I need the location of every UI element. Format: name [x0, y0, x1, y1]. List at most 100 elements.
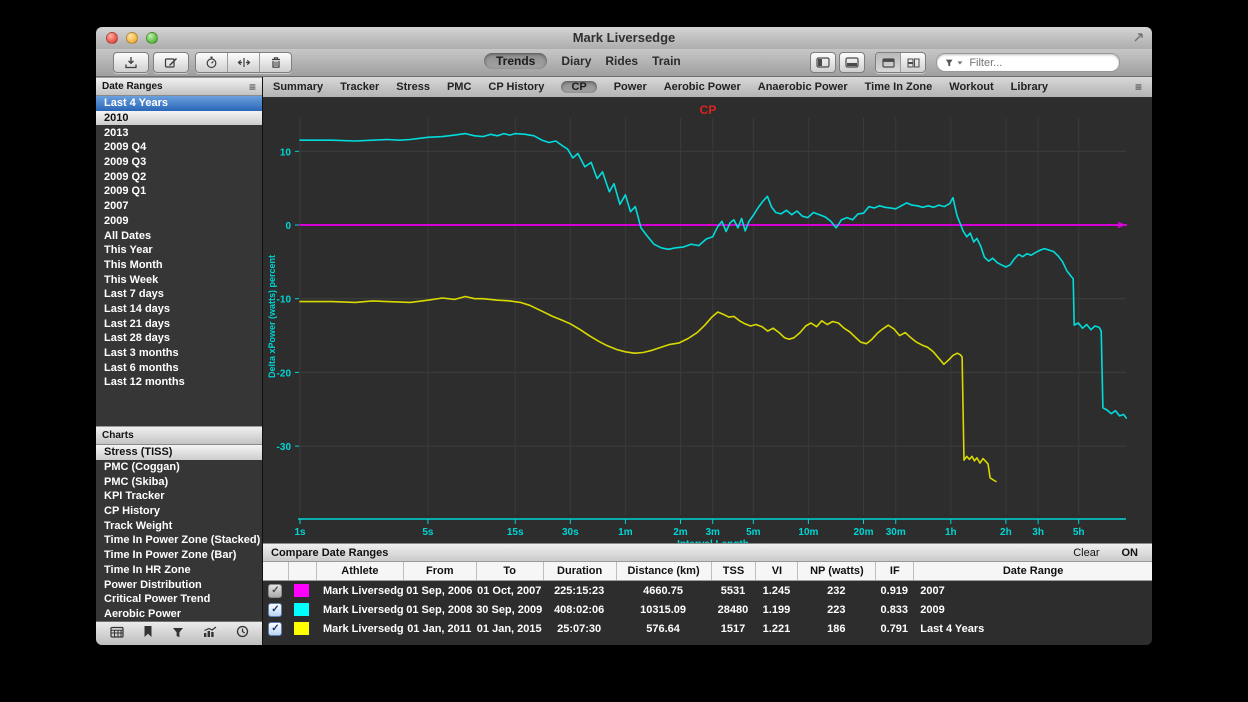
column-header-distance-km-[interactable]: Distance (km): [616, 562, 711, 580]
date-range-item-2010[interactable]: 2010: [96, 111, 262, 126]
date-ranges-menu-icon[interactable]: ≡: [249, 82, 256, 92]
chart-tabs-menu-icon[interactable]: ≡: [1135, 82, 1142, 92]
chart-tab-power[interactable]: Power: [614, 81, 647, 93]
date-range-item-last-28-days[interactable]: Last 28 days: [96, 331, 262, 346]
column-header-athlete[interactable]: Athlete: [316, 562, 403, 580]
filter-funnel-button[interactable]: [172, 625, 184, 643]
delete-button[interactable]: [259, 53, 291, 72]
download-button[interactable]: [113, 52, 149, 73]
date-range-item-2009-q4[interactable]: 2009 Q4: [96, 140, 262, 155]
chart-item-critical-power-trend[interactable]: Critical Power Trend: [96, 592, 262, 607]
stopwatch-button[interactable]: [196, 53, 227, 72]
date-range-item-2009-q3[interactable]: 2009 Q3: [96, 155, 262, 170]
cp-chart-panel: CP 100-10-20-301s5s15s30s1m2m3m5m10m20m3…: [263, 98, 1152, 543]
date-range-item-last-12-months[interactable]: Last 12 months: [96, 375, 262, 390]
chart-tab-aerobic-power[interactable]: Aerobic Power: [664, 81, 741, 93]
date-range-item-this-month[interactable]: This Month: [96, 258, 262, 273]
view-tab-train[interactable]: Train: [652, 54, 681, 68]
compose-button[interactable]: [153, 52, 189, 73]
chart-item-pmc-coggan-[interactable]: PMC (Coggan): [96, 460, 262, 475]
date-range-item-2009-q1[interactable]: 2009 Q1: [96, 184, 262, 199]
bookmark-button[interactable]: [143, 625, 153, 643]
charts-title: Charts: [102, 430, 134, 441]
toggle-lowbar-button[interactable]: [839, 52, 865, 73]
series-color-swatch: [294, 584, 309, 597]
close-button[interactable]: [106, 32, 118, 44]
chart-tab-workout[interactable]: Workout: [949, 81, 993, 93]
split-button[interactable]: [227, 53, 259, 72]
chart-tab-summary[interactable]: Summary: [273, 81, 323, 93]
column-header-tss[interactable]: TSS: [711, 562, 756, 580]
chart-item-stress-tiss-[interactable]: Stress (TISS): [96, 445, 262, 460]
column-header-date-range[interactable]: Date Range: [913, 562, 1152, 580]
table-cell: 28480: [711, 604, 756, 616]
chart-tab-cp[interactable]: CP: [561, 81, 596, 93]
chart-tab-anaerobic-power[interactable]: Anaerobic Power: [758, 81, 848, 93]
y-tick-label: -20: [277, 368, 292, 379]
chart-item-pmc-skiba-[interactable]: PMC (Skiba): [96, 474, 262, 489]
date-range-item-this-year[interactable]: This Year: [96, 243, 262, 258]
date-range-item-2009[interactable]: 2009: [96, 214, 262, 229]
row-checkbox[interactable]: ✓: [268, 584, 282, 598]
table-cell: 0.791: [875, 623, 913, 635]
chart-tab-pmc[interactable]: PMC: [447, 81, 471, 93]
view-tab-trends[interactable]: Trends: [484, 53, 547, 69]
chart-item-time-in-power-zone-bar-[interactable]: Time In Power Zone (Bar): [96, 548, 262, 563]
chart-item-track-weight[interactable]: Track Weight: [96, 518, 262, 533]
date-range-item-2013[interactable]: 2013: [96, 125, 262, 140]
chart-item-cp-history[interactable]: CP History: [96, 504, 262, 519]
date-range-item-last-21-days[interactable]: Last 21 days: [96, 316, 262, 331]
column-header-np-watts-[interactable]: NP (watts): [797, 562, 875, 580]
column-header-empty[interactable]: [288, 562, 316, 580]
table-cell: Mark Liversedge: [316, 604, 403, 616]
chart-item-aerobic-power[interactable]: Aerobic Power: [96, 607, 262, 621]
date-range-item-last-6-months[interactable]: Last 6 months: [96, 360, 262, 375]
on-toggle[interactable]: ON: [1122, 547, 1139, 559]
view-tabbed-button[interactable]: [876, 53, 900, 72]
minimize-button[interactable]: [126, 32, 138, 44]
row-checkbox[interactable]: ✓: [268, 622, 282, 636]
clock-button[interactable]: [236, 625, 249, 643]
date-range-item-this-week[interactable]: This Week: [96, 272, 262, 287]
chart-item-kpi-tracker[interactable]: KPI Tracker: [96, 489, 262, 504]
date-range-item-all-dates[interactable]: All Dates: [96, 228, 262, 243]
chart-tab-cp-history[interactable]: CP History: [488, 81, 544, 93]
calendar-button[interactable]: [110, 625, 124, 643]
chart-button[interactable]: [203, 625, 217, 643]
table-cell: 01 Jan, 2011: [403, 623, 476, 635]
date-range-item-last-14-days[interactable]: Last 14 days: [96, 302, 262, 317]
date-range-item-last-7-days[interactable]: Last 7 days: [96, 287, 262, 302]
chart-tab-stress[interactable]: Stress: [396, 81, 430, 93]
chart-item-time-in-power-zone-stacked-[interactable]: Time In Power Zone (Stacked): [96, 533, 262, 548]
date-range-item-2007[interactable]: 2007: [96, 199, 262, 214]
clear-button[interactable]: Clear: [1073, 547, 1099, 559]
column-header-if[interactable]: IF: [875, 562, 913, 580]
column-header-duration[interactable]: Duration: [543, 562, 616, 580]
column-header-vi[interactable]: VI: [755, 562, 797, 580]
chart-tab-library[interactable]: Library: [1011, 81, 1048, 93]
table-cell: 25:07:30: [543, 623, 616, 635]
view-tiled-button[interactable]: [900, 53, 925, 72]
date-range-item-last-3-months[interactable]: Last 3 months: [96, 346, 262, 361]
chart-item-power-distribution[interactable]: Power Distribution: [96, 577, 262, 592]
table-cell: 186: [797, 623, 875, 635]
toggle-sidebar-button[interactable]: [810, 52, 836, 73]
filter-input[interactable]: [967, 56, 1111, 70]
date-range-item-last-4-years[interactable]: Last 4 Years: [96, 96, 262, 111]
view-tab-diary[interactable]: Diary: [561, 54, 591, 68]
series-line-last-4-years: [300, 297, 996, 482]
compare-table-body: ✓Mark Liversedge01 Sep, 200601 Oct, 2007…: [263, 581, 1152, 638]
date-range-item-2009-q2[interactable]: 2009 Q2: [96, 169, 262, 184]
toolbar-right-controls: [810, 52, 1120, 73]
column-header-empty[interactable]: [263, 562, 288, 580]
zoom-button[interactable]: [146, 32, 158, 44]
tiled-view-icon: [907, 58, 920, 68]
chart-tab-tracker[interactable]: Tracker: [340, 81, 379, 93]
column-header-to[interactable]: To: [476, 562, 543, 580]
column-header-from[interactable]: From: [403, 562, 476, 580]
row-checkbox[interactable]: ✓: [268, 603, 282, 617]
chart-tab-time-in-zone[interactable]: Time In Zone: [865, 81, 933, 93]
view-tab-rides[interactable]: Rides: [605, 54, 638, 68]
fullscreen-icon[interactable]: [1132, 31, 1145, 49]
chart-item-time-in-hr-zone[interactable]: Time In HR Zone: [96, 563, 262, 578]
